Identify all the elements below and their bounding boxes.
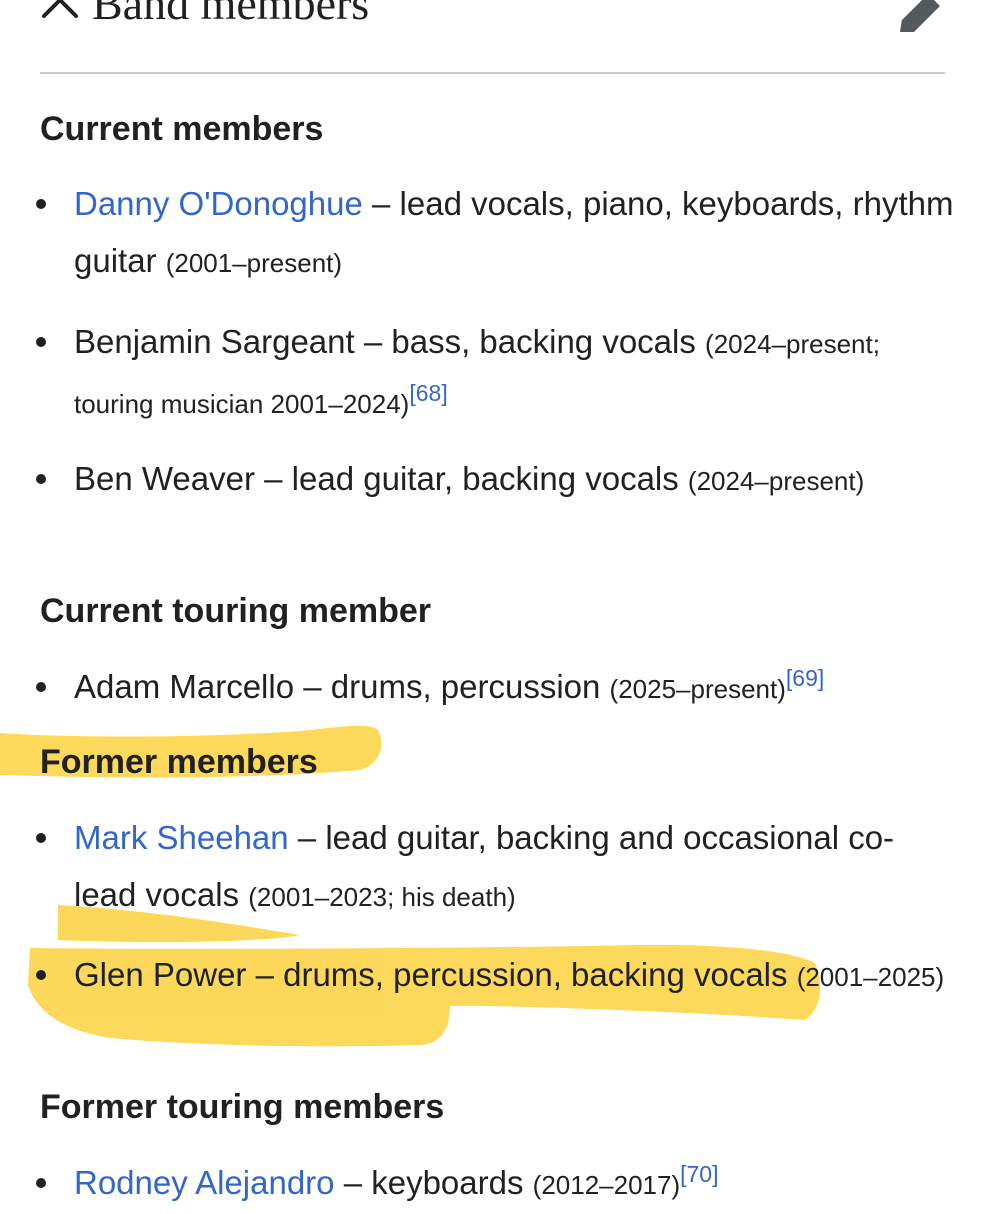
member-role: – bass, backing vocals [354,323,706,360]
member-years: (2001–2025) [796,962,945,992]
list-item: Ben Weaver – lead guitar, backing vocals… [36,450,954,510]
heading-former-touring-members: Former touring members [40,1088,445,1126]
member-role: – drums, percussion, backing vocals [246,956,797,993]
member-role: – keyboards [334,1164,533,1201]
member-name: Benjamin Sargeant [74,323,355,360]
member-years: (2025–present) [609,674,786,704]
member-link-mark-sheehan[interactable]: Mark Sheehan [74,819,289,856]
list-item: Adam Marcello – drums, percussion (2025–… [36,658,954,718]
member-link-danny-odonoghue[interactable]: Danny O'Donoghue [74,185,363,222]
band-members-content: Current members Danny O'Donoghue – lead … [0,0,984,1201]
member-role: – lead guitar, backing vocals [254,460,688,497]
list-item: Glen Power – drums, percussion, backing … [36,946,954,1006]
member-link-rodney-alejandro[interactable]: Rodney Alejandro [74,1164,335,1201]
reference-link[interactable]: [68] [409,380,447,406]
member-years: (2001–present) [165,248,343,278]
list-item: Mark Sheehan – lead guitar, backing and … [36,809,954,926]
member-name: Glen Power [74,956,247,993]
member-years: (2001–2023; his death) [248,882,516,912]
member-years: (2024–present) [687,466,865,496]
heading-current-touring-member: Current touring member [40,592,432,630]
member-name: Ben Weaver [74,460,255,497]
list-item: Danny O'Donoghue – lead vocals, piano, k… [36,175,954,292]
heading-former-members: Former members [40,743,318,781]
reference-link[interactable]: [69] [786,665,824,691]
reference-link[interactable]: [70] [680,1161,718,1187]
list-item: Rodney Alejandro – keyboards (2012–2017)… [36,1154,954,1214]
member-name: Adam Marcello [74,668,295,705]
heading-current-members: Current members [40,110,324,148]
member-years: (2012–2017) [532,1170,681,1200]
list-item: Benjamin Sargeant – bass, backing vocals… [36,313,954,433]
member-role: – drums, percussion [294,668,610,705]
